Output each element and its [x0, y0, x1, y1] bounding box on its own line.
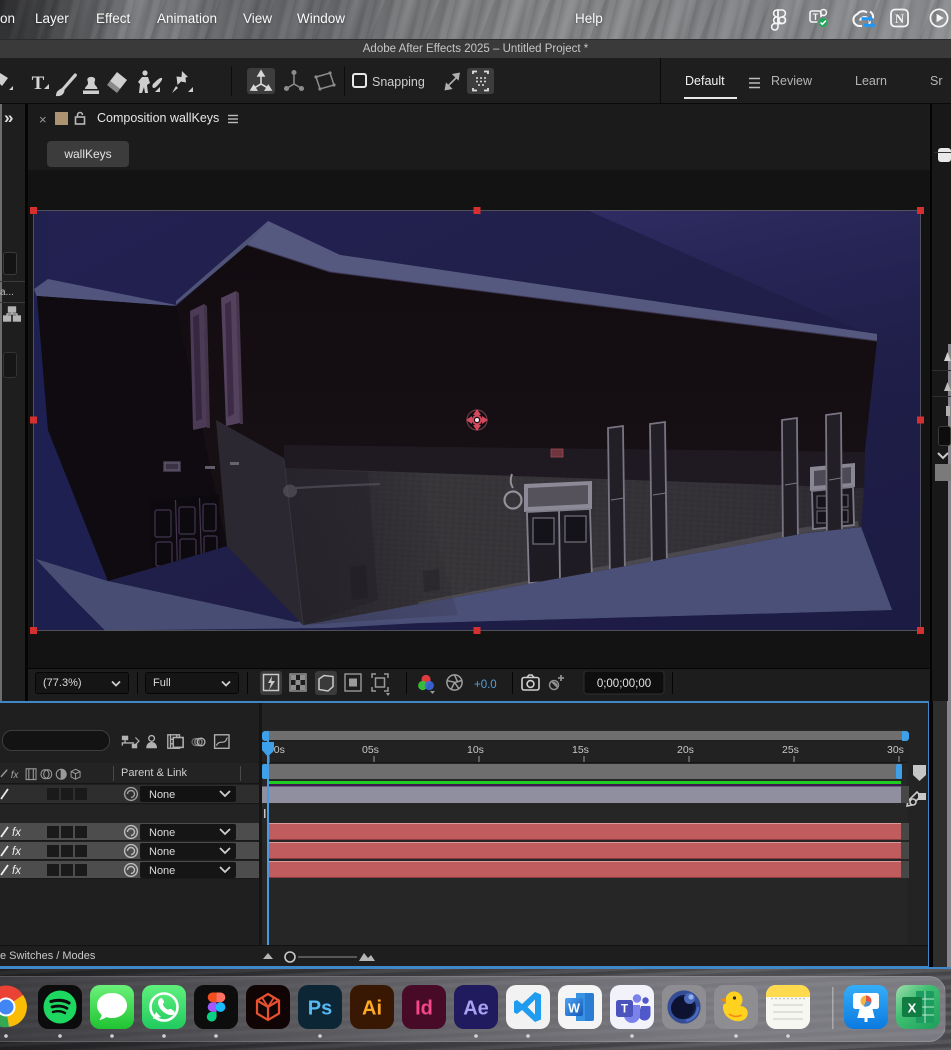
svg-text:0;00;00;00: 0;00;00;00 — [597, 678, 651, 690]
svg-text:Id: Id — [415, 998, 433, 1020]
svg-text:None: None — [149, 827, 175, 839]
svg-text:fx: fx — [11, 770, 20, 781]
svg-text:Ae: Ae — [463, 998, 489, 1020]
svg-text:Snapping: Snapping — [372, 75, 425, 89]
svg-text:+0.0: +0.0 — [474, 679, 497, 691]
svg-text:fx: fx — [12, 827, 22, 839]
svg-text:None: None — [149, 789, 175, 801]
svg-text:Ai: Ai — [362, 998, 382, 1020]
svg-text:Ps: Ps — [308, 998, 332, 1020]
svg-text:T: T — [621, 1004, 628, 1016]
svg-text:T: T — [32, 73, 45, 94]
svg-text:X: X — [908, 1001, 917, 1016]
svg-text:W: W — [568, 1002, 580, 1016]
svg-text:N: N — [895, 12, 904, 26]
